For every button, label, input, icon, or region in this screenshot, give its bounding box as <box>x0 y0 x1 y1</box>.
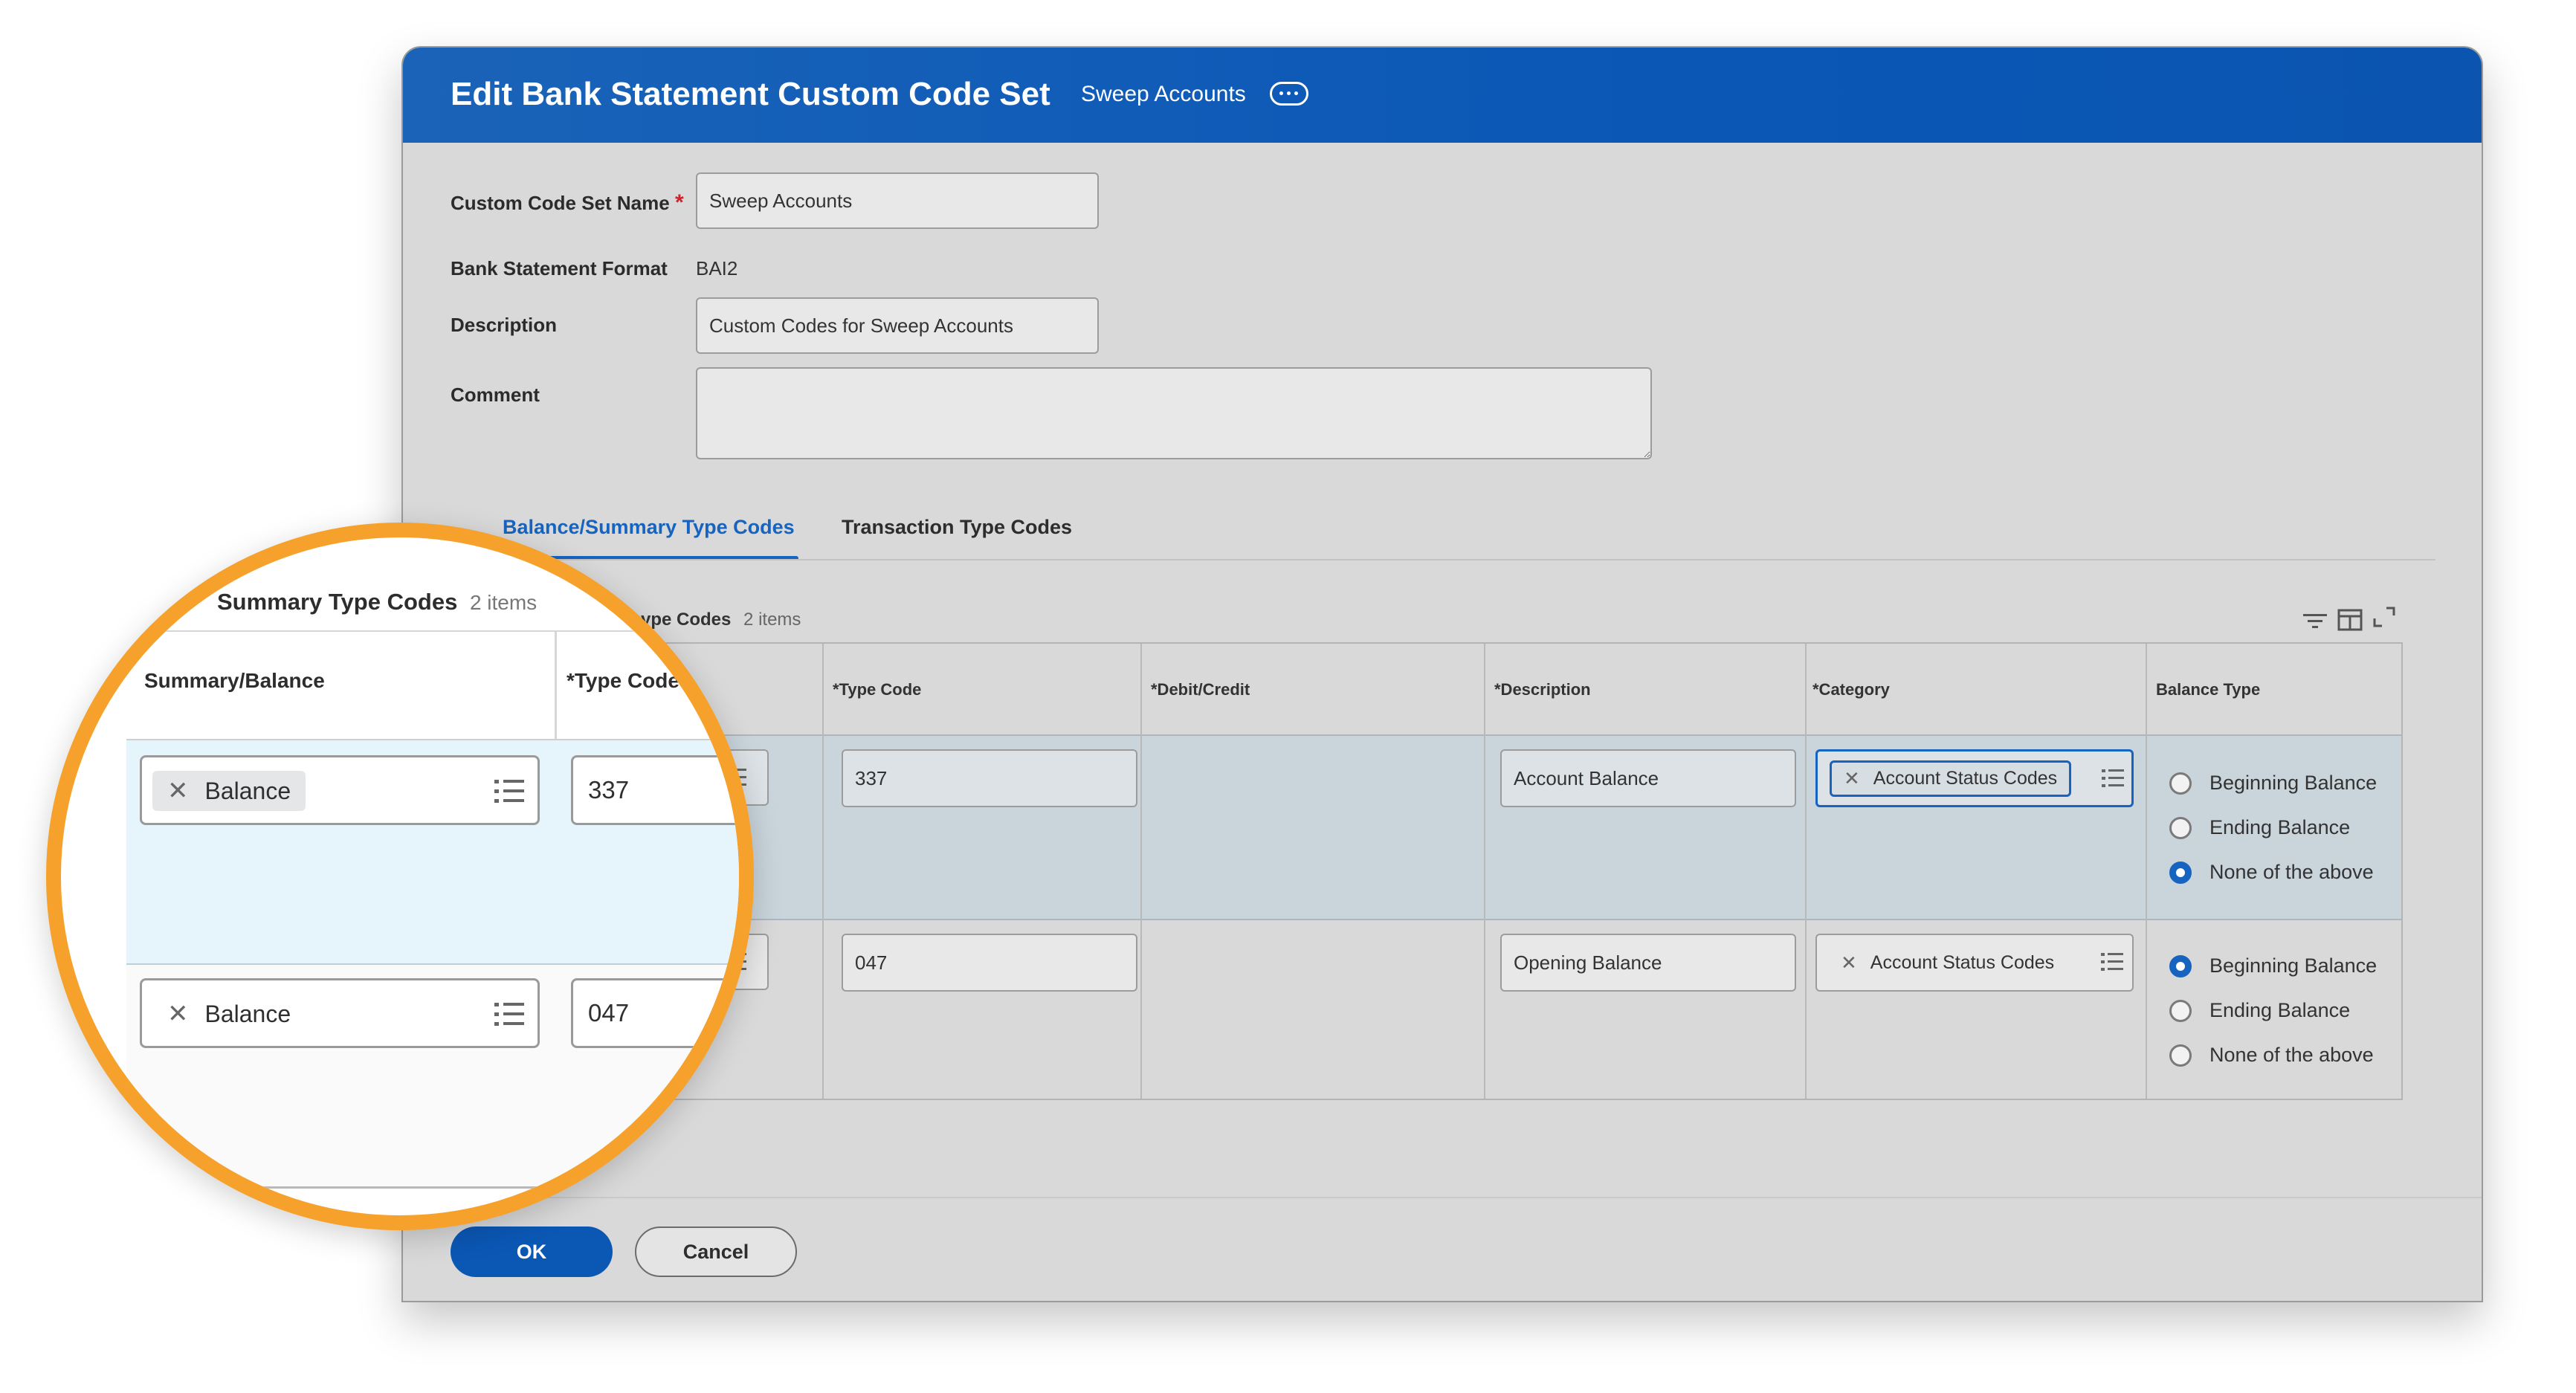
category-prompt[interactable]: ✕ Account Status Codes <box>1815 749 2134 807</box>
column-divider <box>1805 644 1807 1099</box>
description-label: Description <box>451 314 558 336</box>
radio-ending-balance[interactable]: Ending Balance <box>2169 999 2350 1022</box>
radio-selected-icon[interactable] <box>2169 954 2192 977</box>
zoom-type-code-input[interactable]: 337 <box>571 755 739 825</box>
type-code-input[interactable]: 047 <box>842 934 1137 992</box>
category-chip[interactable]: ✕ Account Status Codes <box>1829 947 2066 979</box>
column-header-category: *Category <box>1812 680 1890 699</box>
related-actions-icon[interactable] <box>1270 82 1308 106</box>
zoom-bottom-line <box>126 1186 739 1189</box>
remove-icon[interactable]: ✕ <box>167 999 189 1029</box>
name-label: Custom Code Set Name * <box>451 190 684 215</box>
cancel-button[interactable]: Cancel <box>635 1226 797 1277</box>
zoom-balance-chip[interactable]: ✕ Balance <box>152 994 306 1034</box>
description-cell-input[interactable]: Account Balance <box>1500 749 1796 807</box>
filter-icon[interactable] <box>2300 610 2330 636</box>
radio-none-of-above[interactable]: None of the above <box>2169 861 2374 884</box>
fullscreen-icon[interactable] <box>2370 604 2398 634</box>
radio-icon[interactable] <box>2169 816 2192 839</box>
list-icon[interactable] <box>494 1003 524 1027</box>
radio-icon[interactable] <box>2169 772 2192 795</box>
column-divider <box>1484 644 1485 1099</box>
tab-balance-summary[interactable]: Balance/Summary Type Codes <box>503 516 795 539</box>
remove-icon[interactable]: ✕ <box>167 776 189 806</box>
column-view-icon[interactable] <box>2336 607 2364 637</box>
name-input[interactable]: Sweep Accounts <box>696 172 1099 229</box>
zoom-grid-title: Summary Type Codes 2 items <box>217 589 538 615</box>
category-chip[interactable]: ✕ Account Status Codes <box>1830 760 2072 797</box>
comment-textarea[interactable] <box>696 367 1652 459</box>
column-header-type-code: *Type Code <box>833 680 922 699</box>
list-icon[interactable] <box>2101 953 2123 971</box>
ok-button[interactable]: OK <box>451 1226 613 1277</box>
column-divider <box>822 644 824 1099</box>
radio-selected-icon[interactable] <box>2169 861 2192 884</box>
tab-divider <box>451 559 2435 560</box>
list-icon[interactable] <box>2102 769 2124 787</box>
remove-icon[interactable]: ✕ <box>1844 767 1860 790</box>
comment-label: Comment <box>451 384 540 406</box>
category-prompt[interactable]: ✕ Account Status Codes <box>1815 934 2134 992</box>
description-cell-input[interactable]: Opening Balance <box>1500 934 1796 992</box>
column-divider <box>1140 644 1142 1099</box>
zoom-column-header-type-code: *Type Code <box>566 669 679 692</box>
radio-none-of-above[interactable]: None of the above <box>2169 1044 2374 1067</box>
description-input[interactable]: Custom Codes for Sweep Accounts <box>696 297 1099 354</box>
page-title: Edit Bank Statement Custom Code Set <box>451 76 1050 112</box>
column-divider <box>2146 644 2147 1099</box>
list-icon[interactable] <box>494 780 524 804</box>
zoom-summary-prompt[interactable]: ✕ Balance <box>140 978 540 1048</box>
zoom-magnifier: Summary Type Codes 2 items Summary/Balan… <box>46 523 754 1230</box>
zoom-balance-chip[interactable]: ✕ Balance <box>152 771 306 811</box>
radio-icon[interactable] <box>2169 999 2192 1022</box>
format-value: BAI2 <box>696 257 738 279</box>
page-subtitle[interactable]: Sweep Accounts <box>1081 82 1246 107</box>
zoom-summary-prompt[interactable]: ✕ Balance <box>140 755 540 825</box>
column-header-description: *Description <box>1494 680 1591 699</box>
radio-beginning-balance[interactable]: Beginning Balance <box>2169 954 2377 977</box>
tab-transaction[interactable]: Transaction Type Codes <box>842 516 1072 539</box>
remove-icon[interactable]: ✕ <box>1841 951 1857 975</box>
radio-beginning-balance[interactable]: Beginning Balance <box>2169 772 2377 795</box>
column-header-debit-credit: *Debit/Credit <box>1151 680 1250 699</box>
format-label: Bank Statement Format <box>451 257 668 279</box>
zoom-header-top-line <box>126 630 739 632</box>
dialog-header: Edit Bank Statement Custom Code Set Swee… <box>403 48 2482 143</box>
zoom-column-header-summary: Summary/Balance <box>144 669 325 692</box>
radio-icon[interactable] <box>2169 1044 2192 1067</box>
column-header-balance-type: Balance Type <box>2156 680 2261 699</box>
radio-ending-balance[interactable]: Ending Balance <box>2169 816 2350 839</box>
type-code-input[interactable]: 337 <box>842 749 1137 807</box>
zoom-type-code-input[interactable]: 047 <box>571 978 739 1048</box>
